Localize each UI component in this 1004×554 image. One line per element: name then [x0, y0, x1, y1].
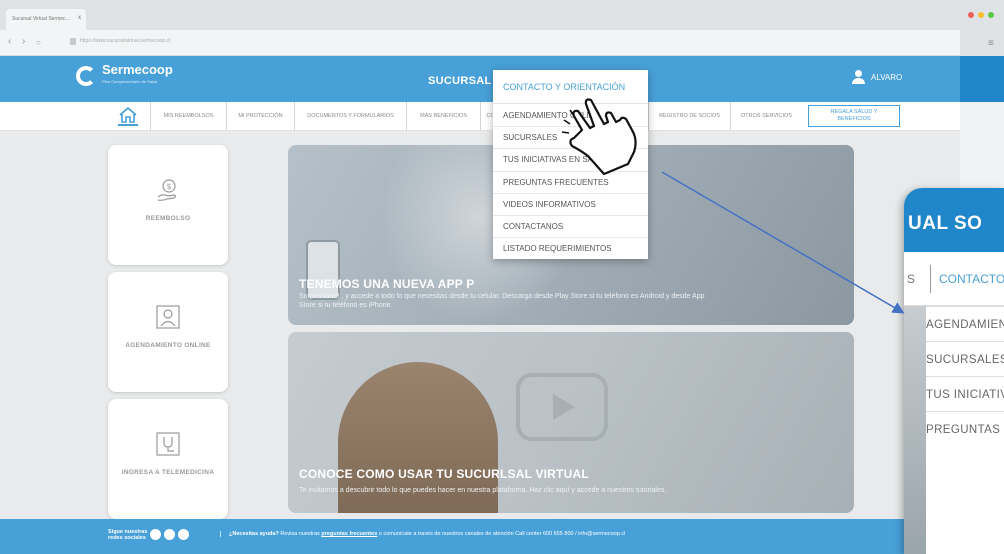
menu-otros-servicios[interactable]: OTROS SERVICIOS	[730, 102, 802, 130]
zoom-callout: UAL SO S CONTACTO AGENDAMIENTO SUCURSALE…	[904, 188, 1004, 554]
card-label: REEMBOLSO	[145, 215, 191, 222]
main-content: $ REEMBOLSO AGENDAMIENTO ONLINE INGRESA …	[0, 131, 960, 519]
page-title: SUCURSAL	[428, 75, 492, 87]
social-label: Sigue nuestras redes sociales	[108, 529, 148, 541]
site-footer: Sigue nuestras redes sociales ¿Necesitas…	[0, 519, 960, 554]
banner-title: CONOCE COMO USAR TU SUCURLSAL VIRTUAL	[299, 467, 589, 481]
svg-text:$: $	[167, 182, 172, 191]
dropdown-item-videos[interactable]: VIDEOS INFORMATIVOS	[493, 192, 648, 215]
tab-title: Sucursal Virtual Sermec...	[12, 16, 70, 22]
home-icon	[119, 106, 137, 123]
zoom-header: UAL SO	[904, 188, 1004, 252]
banner-title: TENEMOS UNA NUEVA APP P	[299, 277, 475, 291]
home-button[interactable]	[118, 106, 138, 126]
menubar-edge	[960, 102, 1004, 188]
brand-subtitle: Plan Complementario de Salud	[102, 79, 158, 84]
banner-text: Sorprendete! , y accede a todo lo que ne…	[299, 293, 705, 309]
phone-illustration	[306, 240, 340, 300]
card-label: INGRESA A TELEMEDICINA	[121, 469, 215, 476]
help-pre: Revisa nuestras	[280, 531, 320, 537]
window-controls	[968, 12, 994, 18]
help-post: o comunícate a través de nuestros canale…	[378, 531, 626, 537]
url-field[interactable]: https://www.sucursalvirtual.sermecoop.cl	[80, 38, 170, 44]
logo-icon	[76, 66, 96, 86]
help-text: ¿Necesitas ayuda? Revisa nuestras pregun…	[220, 531, 625, 537]
tab-close-icon[interactable]: x	[78, 15, 81, 21]
sermecoop-logo[interactable]: Sermecoop Plan Complementario de Salud	[76, 62, 173, 88]
social-icons	[150, 529, 189, 540]
zoom-contact: CONTACTO	[930, 265, 1004, 293]
zoom-photo-strip	[904, 306, 926, 554]
minimize-window-icon[interactable]	[978, 12, 984, 18]
user-menu[interactable]: ALVARO	[851, 70, 902, 84]
dropdown-item-requerimientos[interactable]: LISTADO REQUERIMIENTOS	[493, 237, 648, 259]
site-icon	[70, 38, 76, 45]
maximize-window-icon[interactable]	[988, 12, 994, 18]
forward-icon[interactable]: ›	[22, 36, 25, 47]
user-icon	[851, 70, 865, 84]
card-label: AGENDAMIENTO ONLINE	[125, 342, 211, 349]
zoom-menubar: S CONTACTO	[904, 252, 1004, 306]
money-hand-icon: $	[157, 179, 177, 201]
youtube-icon[interactable]	[178, 529, 189, 540]
reload-icon[interactable]: ○	[36, 38, 41, 47]
card-reembolso[interactable]: $ REEMBOLSO	[108, 145, 228, 265]
main-menu: MIS REEMBOLSOS MI PROTECCIÓN DOCUMENTOS …	[0, 102, 960, 131]
site-header: Sermecoop Plan Complementario de Salud SU…	[0, 56, 960, 102]
linkedin-icon[interactable]	[164, 529, 175, 540]
doctor-screen-icon	[156, 305, 180, 329]
address-bar: ‹ › ○ https://www.sucursalvirtual.sermec…	[0, 30, 960, 56]
menu-documentos[interactable]: DOCUMENTOS Y FORMULARIOS	[294, 102, 406, 130]
banner-tutorial[interactable]: CONOCE COMO USAR TU SUCURLSAL VIRTUAL Te…	[288, 332, 854, 513]
menu-regala-salud[interactable]: REGALA SALUD Y BENEFICIOS	[808, 105, 900, 127]
close-window-icon[interactable]	[968, 12, 974, 18]
card-telemedicina[interactable]: INGRESA A TELEMEDICINA	[108, 399, 228, 519]
menu-mi-proteccion[interactable]: MI PROTECCIÓN	[226, 102, 294, 130]
card-agendamiento[interactable]: AGENDAMIENTO ONLINE	[108, 272, 228, 392]
banner-text: Te invitamos a descubrir todo lo que pue…	[299, 487, 667, 494]
faq-link[interactable]: preguntas frecuentes	[321, 531, 377, 537]
browser-tab[interactable]: Sucursal Virtual Sermec... x	[6, 9, 86, 30]
tab-bar: Sucursal Virtual Sermec... x	[0, 0, 960, 30]
menu-mis-reembolsos[interactable]: MIS REEMBOLSOS	[150, 102, 226, 130]
browser-window: Sucursal Virtual Sermec... x ‹ › ○ https…	[0, 0, 1004, 554]
brand-name: Sermecoop	[102, 62, 173, 77]
zoom-menu-s: S	[907, 272, 916, 286]
play-icon[interactable]	[516, 373, 608, 441]
user-name: ALVARO	[871, 72, 903, 82]
hand-pointer-icon	[561, 98, 637, 176]
dropdown-item-contactanos[interactable]: CONTACTANOS	[493, 214, 648, 237]
header-edge	[960, 56, 1004, 102]
facebook-icon[interactable]	[150, 529, 161, 540]
back-icon[interactable]: ‹	[8, 36, 11, 47]
help-bold: ¿Necesitas ayuda?	[229, 531, 279, 537]
stethoscope-screen-icon	[156, 432, 180, 456]
menu-icon[interactable]: ≡	[988, 38, 997, 49]
menu-mas-beneficios[interactable]: MÁS BENEFICIOS	[406, 102, 480, 130]
